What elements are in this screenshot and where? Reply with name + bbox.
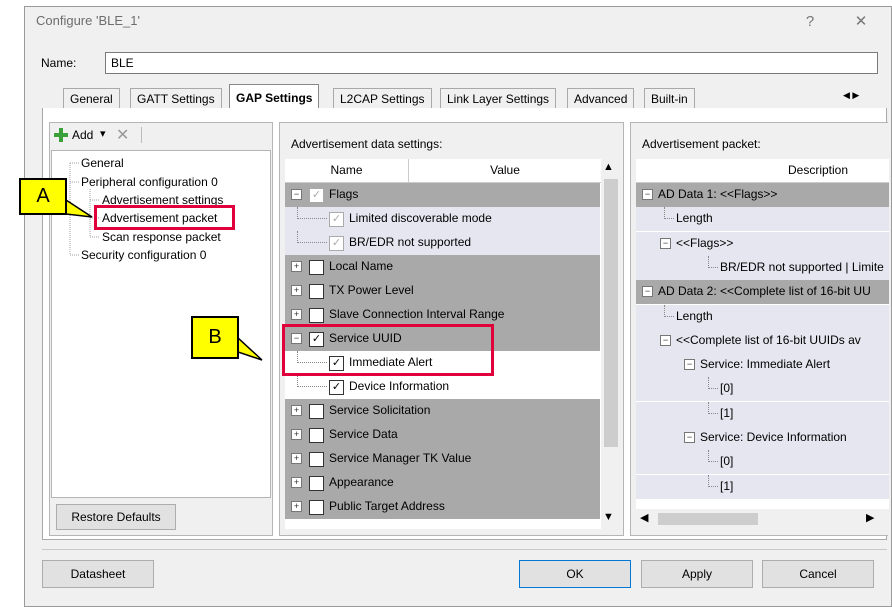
callout-pointers <box>65 198 263 361</box>
callout-a: A <box>19 178 67 215</box>
callout-b: B <box>191 316 239 359</box>
